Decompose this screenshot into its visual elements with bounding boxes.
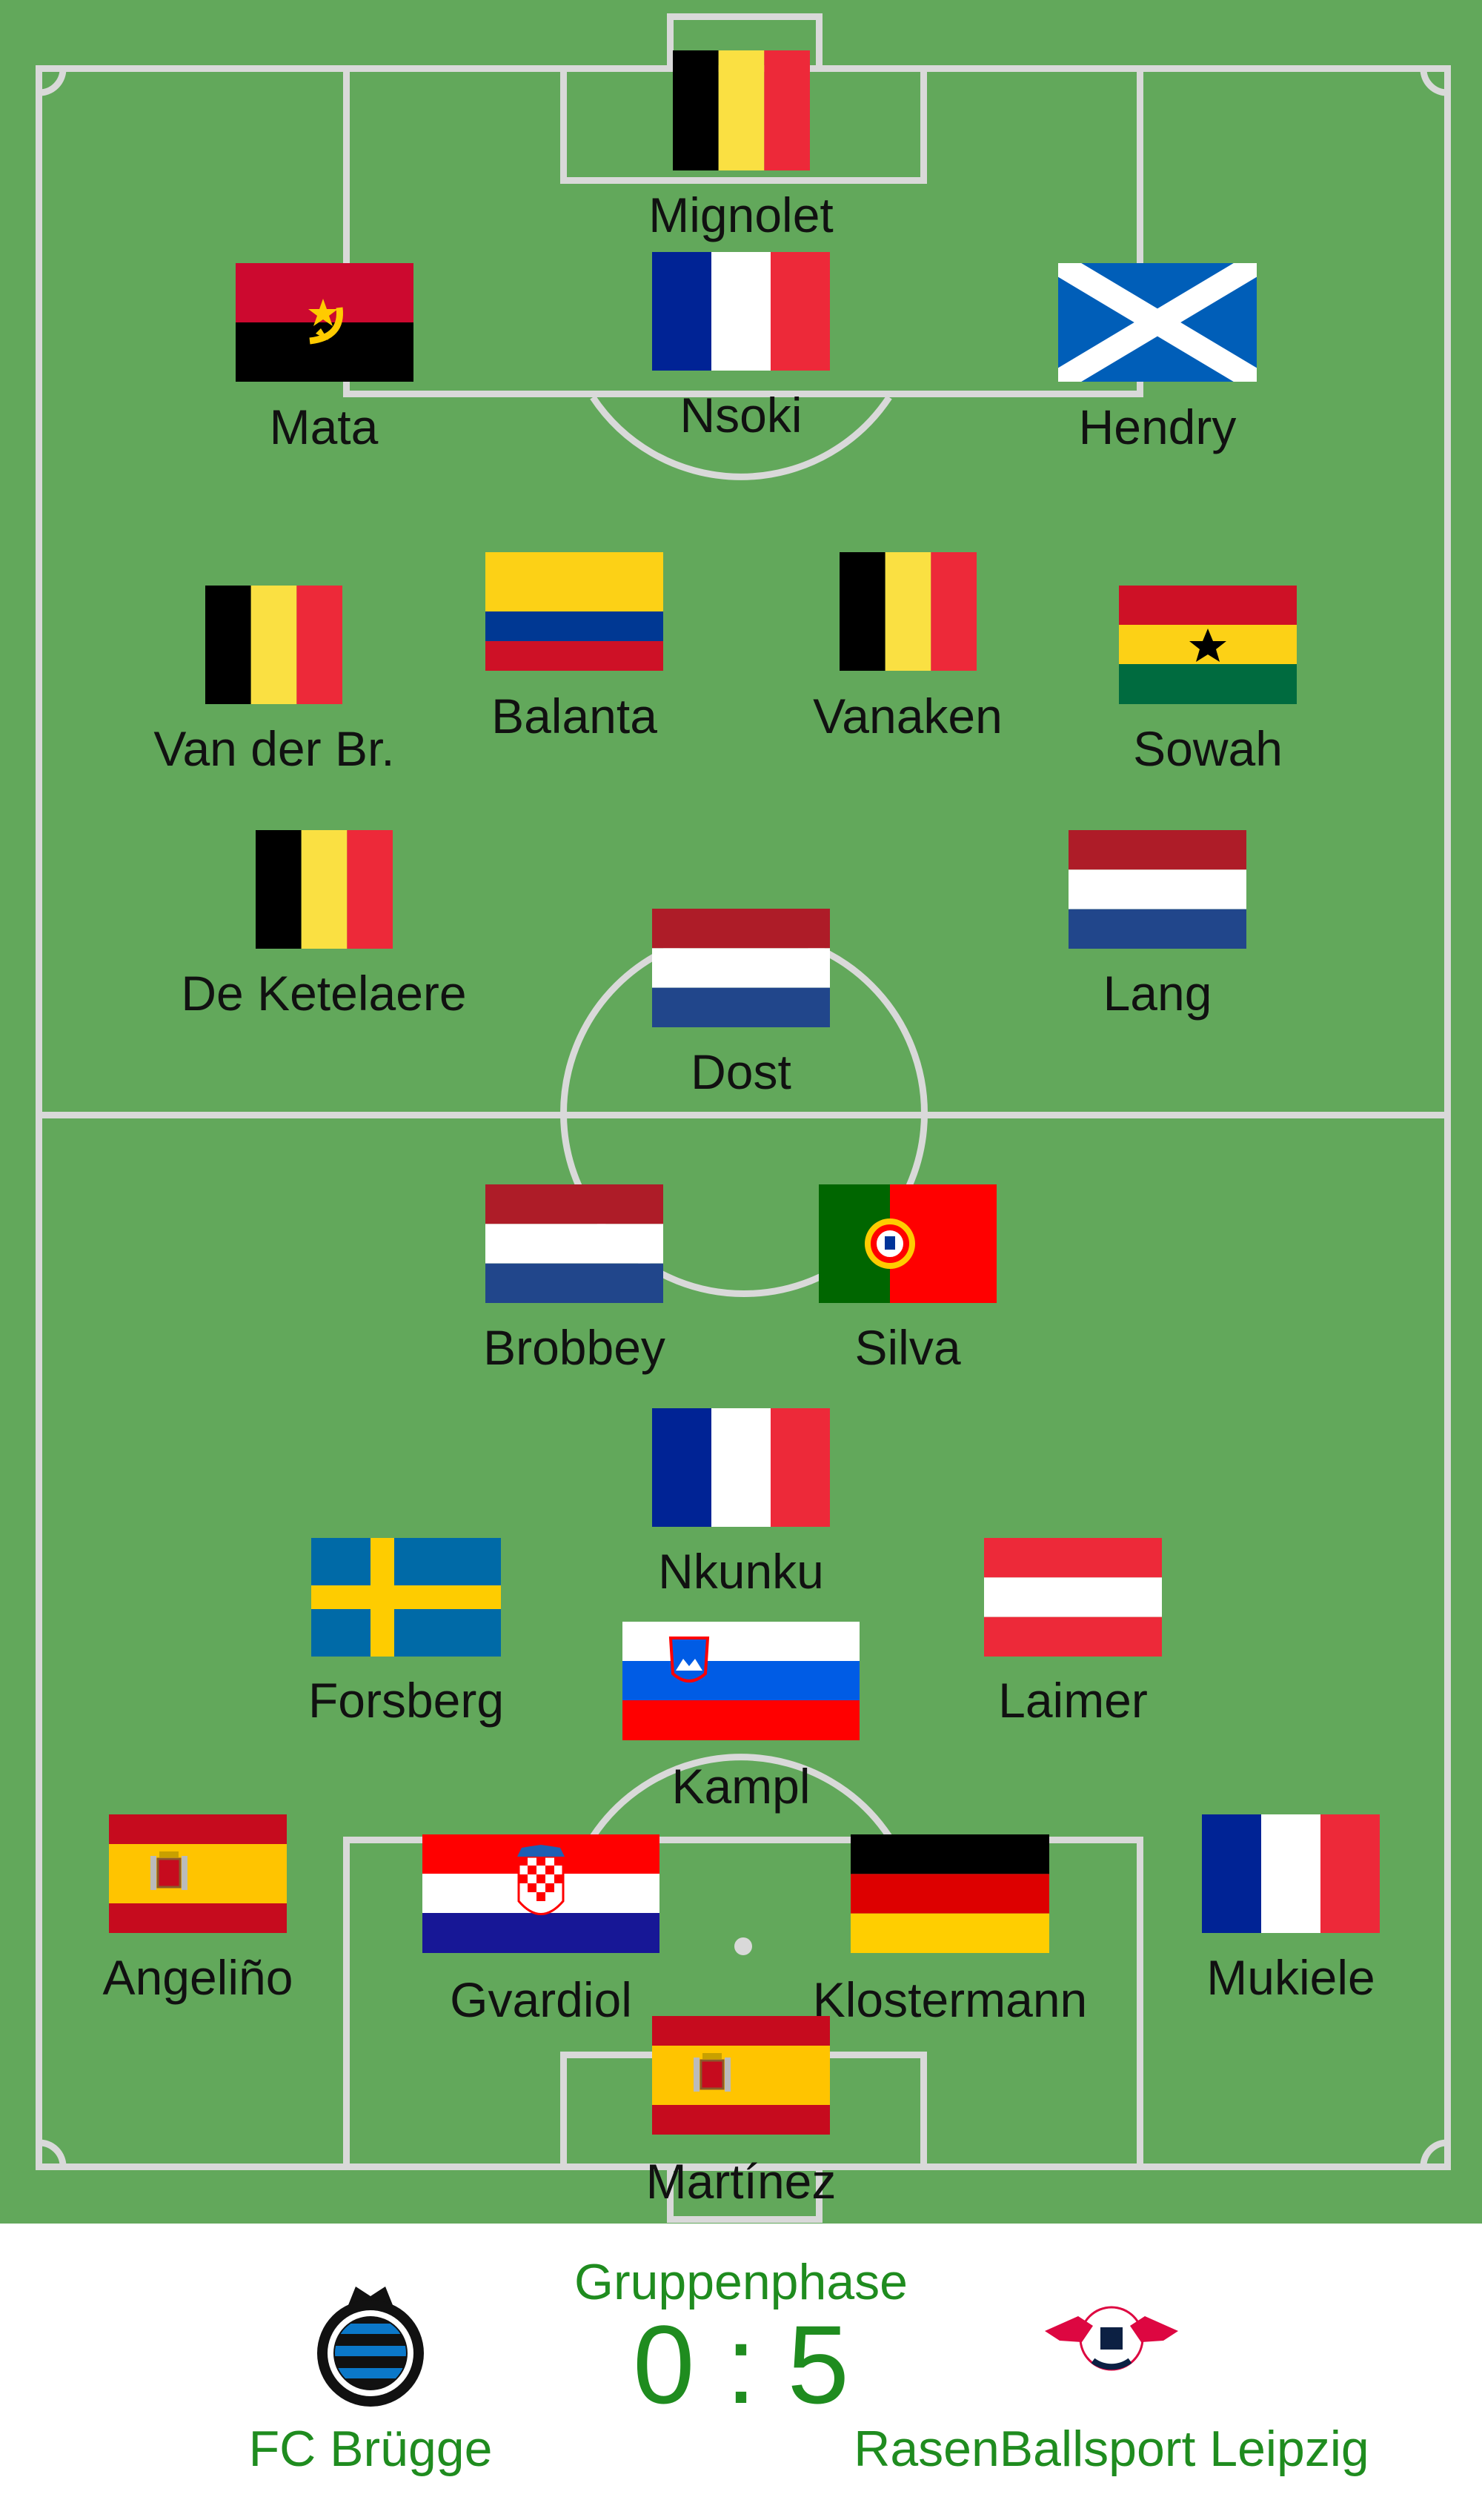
belgium-flag-icon xyxy=(840,552,977,671)
france-flag-icon xyxy=(1202,1814,1380,1933)
player-name: Forsberg xyxy=(308,1673,505,1728)
belgium-flag-icon xyxy=(673,50,810,170)
club-brugge-crest-icon xyxy=(317,2287,424,2407)
player-name: Silva xyxy=(854,1320,961,1375)
france-flag-icon xyxy=(652,252,830,371)
player-name: Martínez xyxy=(645,2154,837,2209)
germany-flag-icon xyxy=(851,1834,1049,1953)
slovenia-flag-icon xyxy=(622,1622,860,1740)
player-name: Hendry xyxy=(1078,399,1237,454)
rb-leipzig-crest-icon xyxy=(1045,2306,1178,2371)
player-name: Mata xyxy=(269,399,379,454)
away-team-name: RasenBallsport Leipzig xyxy=(854,2421,1369,2477)
colombia-flag-icon xyxy=(485,552,663,671)
ghana-flag-icon xyxy=(1119,586,1297,704)
france-flag-icon xyxy=(652,1408,830,1527)
belgium-flag-icon xyxy=(256,830,393,949)
belgium-flag-icon xyxy=(205,586,342,704)
player-name: Dost xyxy=(691,1044,791,1099)
football-pitch: Mignolet Mata Nsoki Hendry Van der Br. B… xyxy=(0,0,1482,2224)
home-team-name: FC Brügge xyxy=(248,2421,493,2477)
scotland-flag-icon xyxy=(1058,263,1257,382)
player-name: Lang xyxy=(1103,966,1212,1021)
croatia-flag-icon xyxy=(422,1834,659,1953)
player-name: De Ketelaere xyxy=(181,966,467,1021)
corner-arc-bottom-left xyxy=(38,2139,67,2168)
player-name: Laimer xyxy=(998,1673,1148,1728)
sweden-flag-icon xyxy=(311,1538,501,1657)
netherlands-flag-icon xyxy=(652,909,830,1027)
angola-flag-icon xyxy=(236,263,413,382)
match-score: 0 : 5 xyxy=(633,2302,849,2427)
corner-arc-top-right xyxy=(1420,67,1449,96)
portugal-flag-icon xyxy=(819,1184,997,1303)
bottom-penalty-spot xyxy=(734,1937,752,1955)
netherlands-flag-icon xyxy=(485,1184,663,1303)
player-name: Nsoki xyxy=(679,388,803,442)
match-footer: Gruppenphase 0 : 5 FC Brügge RasenBallsp… xyxy=(0,2224,1482,2520)
player-name: Mignolet xyxy=(648,188,834,242)
corner-arc-bottom-right xyxy=(1420,2139,1449,2168)
corner-arc-top-left xyxy=(38,67,67,96)
player-name: Kampl xyxy=(671,1759,811,1814)
player-name: Nkunku xyxy=(658,1544,824,1599)
spain-flag-icon xyxy=(652,2016,830,2135)
spain-flag-icon xyxy=(109,1814,287,1933)
netherlands-flag-icon xyxy=(1069,830,1246,949)
player-name: Sowah xyxy=(1133,721,1283,776)
austria-flag-icon xyxy=(984,1538,1162,1657)
player-name: Mukiele xyxy=(1206,1950,1375,2005)
